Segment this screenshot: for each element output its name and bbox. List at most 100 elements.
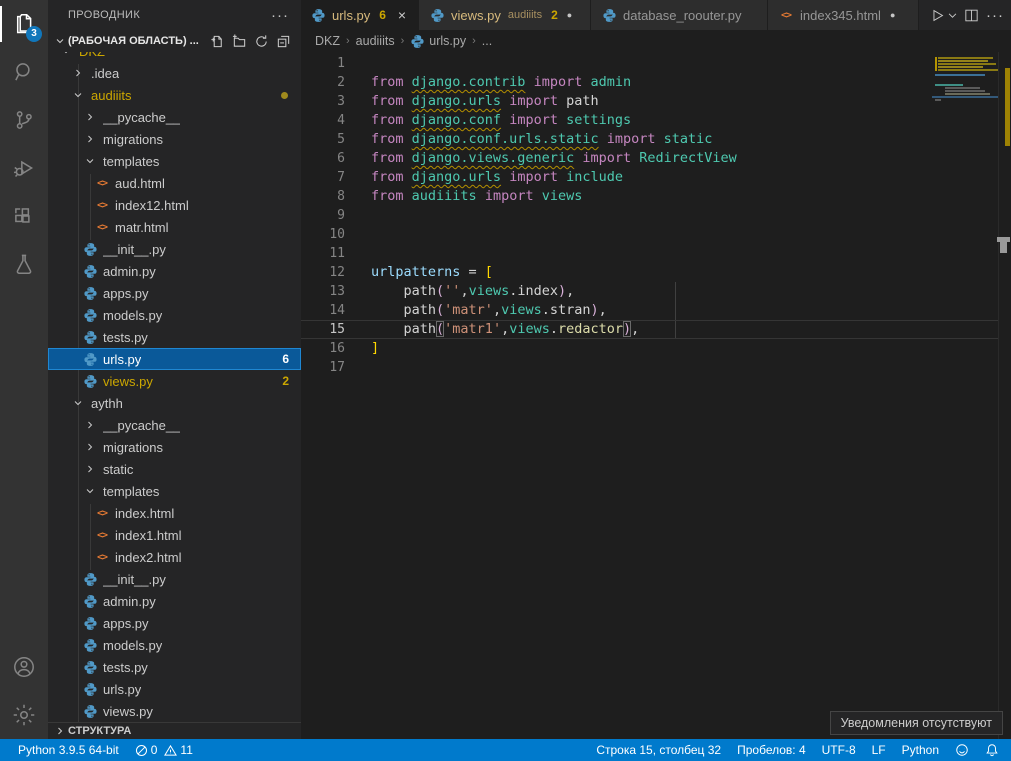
indentation-status[interactable]: Пробелов: 4 bbox=[729, 739, 814, 761]
tab-urls.py[interactable]: urls.py6× bbox=[301, 0, 419, 30]
explorer-icon[interactable]: 3 bbox=[0, 0, 48, 48]
code-line-3[interactable]: 3from django.urls import path bbox=[301, 92, 998, 111]
views-more-actions-icon[interactable]: ··· bbox=[271, 7, 289, 24]
chevron-right-icon[interactable] bbox=[82, 131, 98, 147]
code-line-8[interactable]: 8from audiiits import views bbox=[301, 187, 998, 206]
extensions-icon[interactable] bbox=[0, 192, 48, 240]
tab-database_roouter.py[interactable]: database_roouter.py bbox=[591, 0, 768, 30]
chevron-down-icon[interactable] bbox=[70, 87, 86, 103]
tree-item-aud.html[interactable]: <>aud.html bbox=[48, 172, 301, 194]
dirty-dot-icon[interactable]: ● bbox=[890, 10, 895, 20]
tree-item-matr.html[interactable]: <>matr.html bbox=[48, 216, 301, 238]
tree-item-templates[interactable]: templates bbox=[48, 480, 301, 502]
tree-item-apps.py[interactable]: apps.py bbox=[48, 612, 301, 634]
tree-item-urls.py[interactable]: urls.py bbox=[48, 678, 301, 700]
tree-item-tests.py[interactable]: tests.py bbox=[48, 656, 301, 678]
encoding-status[interactable]: UTF-8 bbox=[814, 739, 864, 761]
outline-section-header[interactable]: СТРУКТУРА bbox=[48, 722, 301, 739]
code-line-13[interactable]: 13 path('',views.index), bbox=[301, 282, 998, 301]
tree-item-urls.py[interactable]: urls.py6 bbox=[48, 348, 301, 370]
chevron-down-icon[interactable] bbox=[70, 395, 86, 411]
tree-item-templates[interactable]: templates bbox=[48, 150, 301, 172]
chevron-down-icon[interactable] bbox=[82, 153, 98, 169]
chevron-right-icon[interactable] bbox=[82, 461, 98, 477]
problems-status[interactable]: 0 11 bbox=[127, 739, 204, 761]
tree-item-apps.py[interactable]: apps.py bbox=[48, 282, 301, 304]
tree-item-__init__.py[interactable]: __init__.py bbox=[48, 238, 301, 260]
tree-item-migrations[interactable]: migrations bbox=[48, 128, 301, 150]
feedback-smiley-icon[interactable] bbox=[947, 739, 977, 761]
code-line-5[interactable]: 5from django.conf.urls.static import sta… bbox=[301, 130, 998, 149]
scroll-marker[interactable] bbox=[1000, 242, 1007, 253]
tree-item-views.py[interactable]: views.py2 bbox=[48, 370, 301, 392]
breadcrumb-item-...[interactable]: ... bbox=[482, 34, 492, 48]
code-line-17[interactable]: 17 bbox=[301, 358, 998, 377]
eol-status[interactable]: LF bbox=[864, 739, 894, 761]
search-icon[interactable] bbox=[0, 48, 48, 96]
close-icon[interactable]: × bbox=[396, 7, 408, 23]
tree-item-admin.py[interactable]: admin.py bbox=[48, 590, 301, 612]
code-line-6[interactable]: 6from django.views.generic import Redire… bbox=[301, 149, 998, 168]
run-dropdown-chevron-icon[interactable] bbox=[945, 3, 959, 27]
overview-ruler[interactable] bbox=[1000, 52, 1011, 739]
split-editor-icon[interactable] bbox=[959, 3, 983, 27]
tree-item-index.html[interactable]: <>index.html bbox=[48, 502, 301, 524]
tree-item-aythh[interactable]: aythh bbox=[48, 392, 301, 414]
code-line-16[interactable]: 16] bbox=[301, 339, 998, 358]
language-mode-status[interactable]: Python bbox=[894, 739, 947, 761]
workspace-section-header[interactable]: (РАБОЧАЯ ОБЛАСТЬ) ... bbox=[48, 30, 301, 52]
tree-item-DKZ[interactable]: DKZ bbox=[48, 52, 301, 62]
minimap[interactable] bbox=[930, 52, 999, 739]
code-line-14[interactable]: 14 path('matr',views.stran), bbox=[301, 301, 998, 320]
python-interpreter-status[interactable]: Python 3.9.5 64-bit bbox=[10, 739, 127, 761]
code-content[interactable]: 12from django.contrib import admin3from … bbox=[301, 54, 998, 377]
source-control-icon[interactable] bbox=[0, 96, 48, 144]
tree-item-__pycache__[interactable]: __pycache__ bbox=[48, 414, 301, 436]
new-file-icon[interactable] bbox=[207, 32, 227, 50]
chevron-right-icon[interactable] bbox=[82, 439, 98, 455]
code-line-2[interactable]: 2from django.contrib import admin bbox=[301, 73, 998, 92]
chevron-down-icon[interactable] bbox=[82, 483, 98, 499]
run-debug-icon[interactable] bbox=[0, 144, 48, 192]
tab-views.py[interactable]: views.pyaudiiits2● bbox=[419, 0, 591, 30]
code-line-7[interactable]: 7from django.urls import include bbox=[301, 168, 998, 187]
tree-item-.idea[interactable]: .idea bbox=[48, 62, 301, 84]
tree-item-views.py[interactable]: views.py bbox=[48, 700, 301, 722]
tree-item-models.py[interactable]: models.py bbox=[48, 634, 301, 656]
code-line-4[interactable]: 4from django.conf import settings bbox=[301, 111, 998, 130]
tree-item-__init__.py[interactable]: __init__.py bbox=[48, 568, 301, 590]
breadcrumb-item-urls.py[interactable]: urls.py bbox=[429, 34, 466, 48]
refresh-icon[interactable] bbox=[251, 32, 271, 50]
tree-item-index12.html[interactable]: <>index12.html bbox=[48, 194, 301, 216]
tree-item-models.py[interactable]: models.py bbox=[48, 304, 301, 326]
cursor-position-status[interactable]: Строка 15, столбец 32 bbox=[588, 739, 729, 761]
tree-item-index2.html[interactable]: <>index2.html bbox=[48, 546, 301, 568]
account-icon[interactable] bbox=[0, 643, 48, 691]
testing-icon[interactable] bbox=[0, 240, 48, 288]
chevron-right-icon[interactable] bbox=[82, 109, 98, 125]
notifications-bell-icon[interactable] bbox=[977, 739, 1001, 761]
code-editor[interactable]: 12from django.contrib import admin3from … bbox=[301, 52, 1011, 739]
collapse-folders-icon[interactable] bbox=[273, 32, 293, 50]
tree-item-admin.py[interactable]: admin.py bbox=[48, 260, 301, 282]
breadcrumb-item-audiiits[interactable]: audiiits bbox=[356, 34, 395, 48]
settings-gear-icon[interactable] bbox=[0, 691, 48, 739]
dirty-dot-icon[interactable]: ● bbox=[567, 10, 572, 20]
code-line-12[interactable]: 12urlpatterns = [ bbox=[301, 263, 998, 282]
code-line-9[interactable]: 9 bbox=[301, 206, 998, 225]
tree-item-index1.html[interactable]: <>index1.html bbox=[48, 524, 301, 546]
tree-item-__pycache__[interactable]: __pycache__ bbox=[48, 106, 301, 128]
code-line-1[interactable]: 1 bbox=[301, 54, 998, 73]
code-line-15[interactable]: 15 path('matr1',views.redactor), bbox=[301, 320, 998, 339]
tree-item-tests.py[interactable]: tests.py bbox=[48, 326, 301, 348]
tree-item-static[interactable]: static bbox=[48, 458, 301, 480]
tab-index345.html[interactable]: <>index345.html● bbox=[768, 0, 919, 30]
code-line-10[interactable]: 10 bbox=[301, 225, 998, 244]
chevron-right-icon[interactable] bbox=[70, 65, 86, 81]
chevron-down-icon[interactable] bbox=[58, 52, 74, 59]
code-line-11[interactable]: 11 bbox=[301, 244, 998, 263]
breadcrumb-item-DKZ[interactable]: DKZ bbox=[315, 34, 340, 48]
editor-more-actions-icon[interactable]: ··· bbox=[983, 3, 1007, 27]
tree-item-audiiits[interactable]: audiiits bbox=[48, 84, 301, 106]
tree-item-migrations[interactable]: migrations bbox=[48, 436, 301, 458]
